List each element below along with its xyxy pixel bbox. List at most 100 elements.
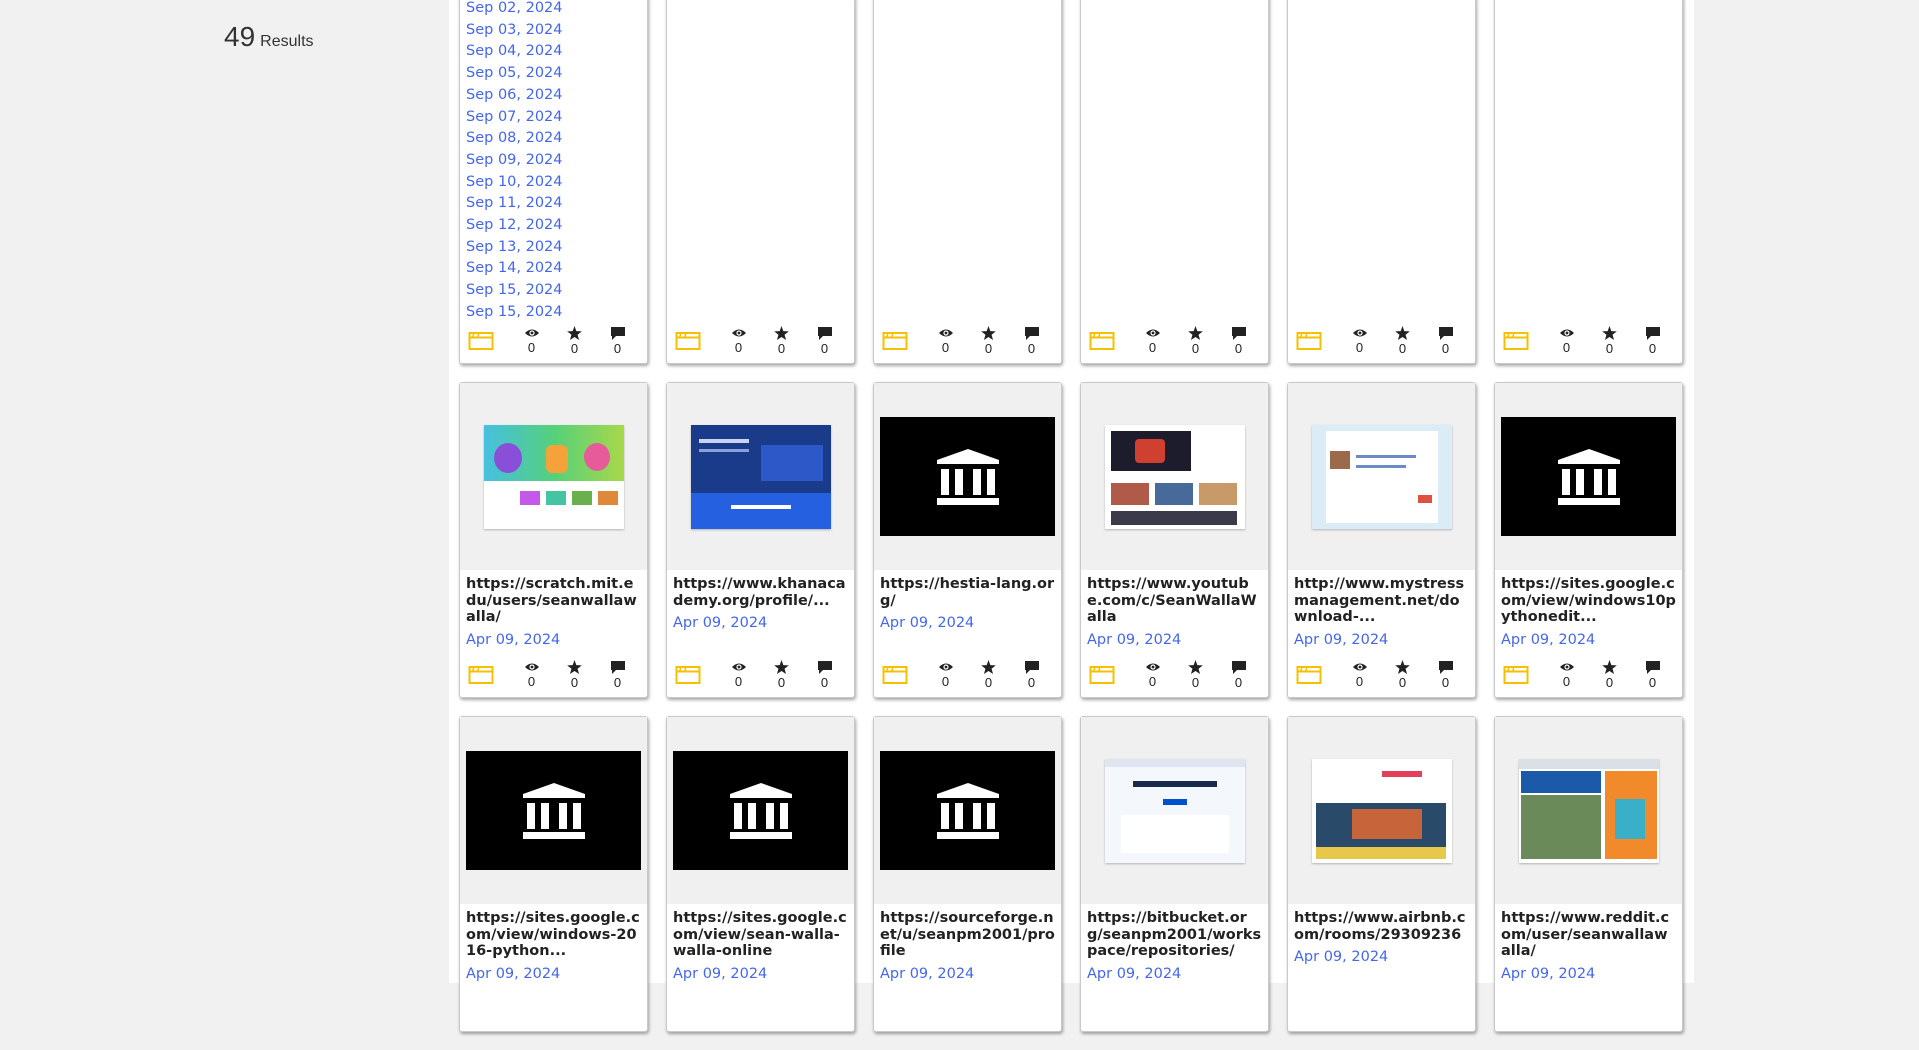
views-count: 0 [941,340,950,355]
card-title[interactable]: https://scratch.mit.edu/users/seanwallaw… [460,570,647,626]
reviews-count: 0 [1648,340,1657,356]
collection-card[interactable]: 0 0 0 [1494,0,1683,364]
views-stat: 0 [1545,661,1588,689]
web-type-icon[interactable] [1089,331,1115,351]
reviews-stat: 0 [596,326,639,356]
card-thumbnail[interactable] [1495,717,1682,904]
reviews-count: 0 [820,340,829,356]
website-capture-card[interactable]: https://www.youtube.com/c/SeanWallaWalla… [1080,382,1269,698]
card-title[interactable]: https://bitbucket.org/seanpm2001/workspa… [1081,904,1268,960]
card-title[interactable]: https://sites.google.com/view/windows-20… [460,904,647,960]
eye-icon [510,661,553,673]
collection-card[interactable]: 0 0 0 [1287,0,1476,364]
capture-date-link[interactable]: Sep 13, 2024 [466,237,641,259]
collection-card[interactable]: 0 0 0 [1080,0,1269,364]
card-title[interactable]: http://www.mystressmanagement.net/downlo… [1288,570,1475,626]
card-thumbnail[interactable] [874,717,1061,904]
card-thumbnail[interactable] [1495,383,1682,570]
capture-date-link[interactable]: Sep 04, 2024 [466,41,641,63]
website-capture-card[interactable]: https://sites.google.com/view/sean-walla… [666,716,855,1032]
capture-date-link[interactable]: Sep 11, 2024 [466,193,641,215]
favorites-count: 0 [984,341,993,356]
website-capture-card[interactable]: https://www.reddit.com/user/seanwallawal… [1494,716,1683,1032]
card-stats: 0 0 0 [1081,655,1268,695]
results-label: Results [260,33,314,50]
capture-date-link[interactable]: Sep 09, 2024 [466,150,641,172]
card-title[interactable]: https://www.youtube.com/c/SeanWallaWalla [1081,570,1268,626]
card-title[interactable]: https://www.airbnb.com/rooms/29309236 [1288,904,1475,943]
views-stat: 0 [510,661,553,689]
capture-date-link[interactable]: Sep 12, 2024 [466,215,641,237]
web-type-icon[interactable] [675,665,701,685]
capture-date-list: Sep 02, 2024 Sep 03, 2024 Sep 04, 2024 Sep … [460,0,647,324]
comment-icon [803,326,846,340]
website-capture-card[interactable]: https://bitbucket.org/seanpm2001/workspa… [1080,716,1269,1032]
card-title[interactable]: https://sites.google.com/view/windows10p… [1495,570,1682,626]
reviews-count: 0 [1027,674,1036,690]
web-type-icon[interactable] [882,331,908,351]
star-icon [553,326,596,340]
card-thumbnail[interactable] [1081,383,1268,570]
web-type-icon[interactable] [468,331,494,351]
eye-icon [510,327,553,339]
capture-date-link[interactable]: Sep 03, 2024 [466,20,641,42]
web-type-icon[interactable] [1296,331,1322,351]
web-type-icon[interactable] [675,331,701,351]
card-date: Apr 09, 2024 [1501,965,1596,982]
collection-card[interactable]: 0 0 0 [873,0,1062,364]
card-thumbnail[interactable] [1288,717,1475,904]
comment-icon [803,660,846,674]
capture-date-link[interactable]: Sep 14, 2024 [466,258,641,280]
card-title[interactable]: https://hestia-lang.org/ [874,570,1061,609]
views-count: 0 [1355,340,1364,355]
star-icon [1381,326,1424,340]
card-thumbnail[interactable] [460,717,647,904]
capture-date-link[interactable]: Sep 10, 2024 [466,172,641,194]
web-type-icon[interactable] [468,665,494,685]
views-stat: 0 [1338,327,1381,355]
favorites-count: 0 [1191,341,1200,356]
reviews-count: 0 [1027,340,1036,356]
web-type-icon[interactable] [1089,665,1115,685]
card-title[interactable]: https://sites.google.com/view/sean-walla… [667,904,854,960]
website-capture-card[interactable]: https://sites.google.com/view/windows-20… [459,716,648,1032]
card-date: Apr 09, 2024 [1087,631,1182,648]
favorites-stat: 0 [760,660,803,690]
card-thumbnail[interactable] [667,383,854,570]
card-thumbnail[interactable] [1288,383,1475,570]
capture-date-link[interactable]: Sep 08, 2024 [466,128,641,150]
capture-date-link[interactable]: Sep 15, 2024 [466,280,641,302]
card-title[interactable]: https://www.reddit.com/user/seanwallawal… [1495,904,1682,960]
card-thumbnail[interactable] [460,383,647,570]
web-type-icon[interactable] [1503,665,1529,685]
reviews-stat: 0 [803,660,846,690]
website-capture-card[interactable]: https://www.airbnb.com/rooms/29309236 Apr… [1287,716,1476,1032]
reviews-count: 0 [1648,674,1657,690]
card-thumbnail[interactable] [874,383,1061,570]
website-capture-card[interactable]: https://sites.google.com/view/windows10p… [1494,382,1683,698]
card-thumbnail[interactable] [1081,717,1268,904]
website-capture-card[interactable]: https://hestia-lang.org/Apr 09, 2024 0 0 0 [873,382,1062,698]
capture-date-link[interactable]: Sep 07, 2024 [466,107,641,129]
web-type-icon[interactable] [1296,665,1322,685]
website-capture-card[interactable]: https://sourceforge.net/u/seanpm2001/pro… [873,716,1062,1032]
capture-date-link[interactable]: Sep 02, 2024 [466,0,641,20]
web-type-icon[interactable] [882,665,908,685]
star-icon [1381,660,1424,674]
website-capture-card[interactable]: http://www.mystressmanagement.net/downlo… [1287,382,1476,698]
collection-card[interactable]: 0 0 0 [666,0,855,364]
capture-date-link[interactable]: Sep 06, 2024 [466,85,641,107]
web-type-icon[interactable] [1503,331,1529,351]
comment-icon [1631,326,1674,340]
card-title[interactable]: https://sourceforge.net/u/seanpm2001/pro… [874,904,1061,960]
capture-date-link[interactable]: Sep 05, 2024 [466,63,641,85]
website-capture-card[interactable]: https://www.khanacademy.org/profile/... A… [666,382,855,698]
collection-card[interactable]: Sep 02, 2024 Sep 03, 2024 Sep 04, 2024 Sep … [459,0,648,364]
card-date: Apr 09, 2024 [1294,631,1389,648]
website-capture-card[interactable]: https://scratch.mit.edu/users/seanwallaw… [459,382,648,698]
views-stat: 0 [717,327,760,355]
card-thumbnail[interactable] [667,717,854,904]
card-title[interactable]: https://www.khanacademy.org/profile/... [667,570,854,609]
archive-logo-icon [1501,417,1676,536]
views-stat: 0 [1338,661,1381,689]
